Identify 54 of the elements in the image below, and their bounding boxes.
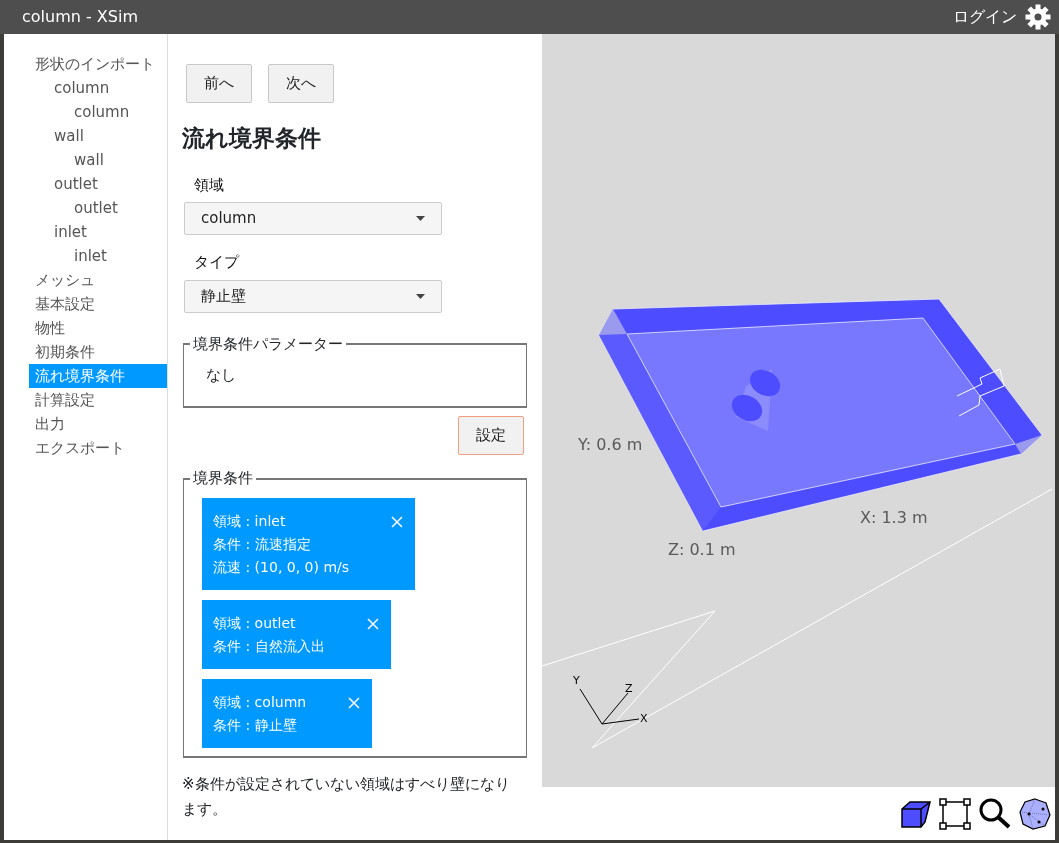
sidebar-item[interactable]: column [4,100,167,124]
close-icon[interactable] [366,618,379,630]
group-legend: 境界条件パラメーター [190,336,346,352]
sidebar-item[interactable]: inlet [4,244,167,268]
3d-viewport[interactable]: Y: 0.6 m X: 1.3 m Z: 0.1 m Y Z X [542,34,1055,787]
search-icon[interactable] [979,798,1011,829]
dimension-label: X: 1.3 m [860,508,928,527]
sidebar-item[interactable]: 形状のインポート [4,52,167,76]
condition-text: 領域 : column [213,693,307,712]
sidebar-item[interactable]: 計算設定 [4,388,167,412]
dimension-label: Z: 0.1 m [668,540,736,559]
caret-icon [416,293,425,299]
set-button[interactable]: 設定 [458,416,524,455]
sidebar-item[interactable]: column [4,76,167,100]
sidebar-item[interactable]: メッシュ [4,268,167,292]
selection-icon[interactable] [939,797,971,830]
sidebar-item[interactable]: 基本設定 [4,292,167,316]
sidebar-item[interactable]: 初期条件 [4,340,167,364]
axis-label: Z [625,682,633,695]
field-label: タイプ [194,252,241,273]
window-title: column - XSim [22,6,138,28]
sidebar-item[interactable]: エクスポート [4,436,167,460]
close-icon[interactable] [391,516,404,528]
polyhedron-icon[interactable] [1019,797,1051,830]
sidebar-item[interactable]: wall [4,148,167,172]
sidebar-item[interactable]: outlet [4,172,167,196]
close-icon[interactable] [348,697,361,709]
field-label: 領域 [194,174,225,196]
dropdown-field[interactable]: column [184,202,442,235]
dropdown-field[interactable]: 静止壁 [184,279,442,313]
group-legend: 境界条件 [190,471,256,486]
caret-icon [416,216,425,221]
previous-button[interactable]: 前へ [186,64,252,103]
sidebar-item[interactable]: wall [4,124,167,148]
axis-label: X [640,712,648,725]
condition-text: 条件 : 静止壁 [213,716,298,735]
sidebar-item[interactable]: outlet [4,196,167,220]
note-text: ※条件が設定されていない領域はすべり壁になります。 [182,774,511,820]
sidebar-item[interactable]: 出力 [4,412,167,436]
condition-text: 流速 : (10, 0, 0) m/s [213,558,350,577]
login-link[interactable]: ログイン [953,5,1017,29]
condition-text: 条件 : 流速指定 [213,535,312,554]
sidebar-item[interactable]: 物性 [4,316,167,340]
condition-text: 条件 : 自然流入出 [213,637,325,656]
sidebar-item[interactable]: inlet [4,220,167,244]
next-button[interactable]: 次へ [268,64,334,103]
dimension-label: Y: 0.6 m [578,435,643,454]
condition-text: 領域 : outlet [213,614,297,633]
cube-icon[interactable] [901,799,931,828]
condition-text: 領域 : inlet [213,512,287,531]
settings-icon[interactable] [1025,4,1051,30]
parameters-text: なし [206,364,237,386]
page-heading: 流れ境界条件 [182,124,322,153]
axis-label: Y [573,674,580,687]
